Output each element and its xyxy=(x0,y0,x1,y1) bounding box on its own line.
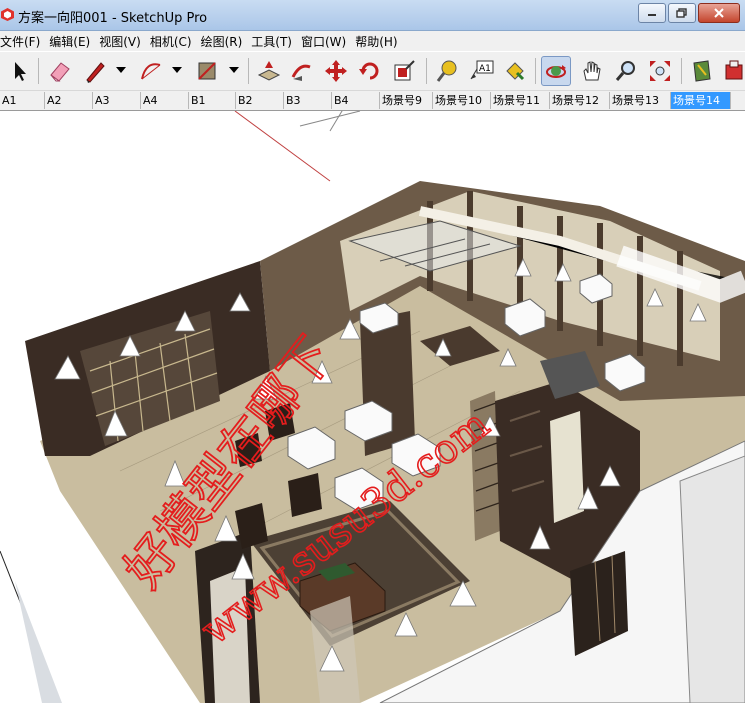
main-toolbar: A1 xyxy=(0,52,745,91)
menu-bar: 文件(F) 编辑(E) 视图(V) 相机(C) 绘图(R) 工具(T) 窗口(W… xyxy=(0,31,745,51)
section-guides xyxy=(299,111,361,132)
rotate-tool-button[interactable] xyxy=(355,56,385,86)
minimize-button[interactable] xyxy=(638,3,666,23)
pan-icon xyxy=(583,61,601,81)
menu-file[interactable]: 文件(F) xyxy=(0,33,46,50)
model-viewport[interactable]: 好模型在哪下 www.susu3d.com xyxy=(0,111,745,703)
line-tool-button[interactable] xyxy=(80,56,110,86)
push-pull-tool-button[interactable] xyxy=(254,56,284,86)
rectangle-dropdown-arrow[interactable] xyxy=(229,67,239,73)
zoom-icon xyxy=(615,61,635,81)
follow-me-tool-button[interactable] xyxy=(287,56,317,86)
scene-tab-b1[interactable]: B1 xyxy=(189,92,236,109)
menu-help[interactable]: 帮助(H) xyxy=(355,33,403,50)
select-icon xyxy=(15,62,26,81)
rectangle-icon xyxy=(198,62,216,80)
scene-tabs-bar: A1 A2 A3 A4 B1 B2 B3 B4 场景号9 场景号10 场景号11… xyxy=(0,91,745,111)
model-scene: 好模型在哪下 www.susu3d.com xyxy=(0,111,745,703)
extension-icon xyxy=(725,60,743,80)
orbit-tool-button[interactable] xyxy=(541,56,571,86)
follow-me-icon xyxy=(291,64,311,81)
offset-tool-button[interactable] xyxy=(389,56,419,86)
menu-window[interactable]: 窗口(W) xyxy=(301,33,352,50)
scene-tab-b4[interactable]: B4 xyxy=(332,92,380,109)
sketchup-app-icon xyxy=(1,8,14,21)
scene-tab-a3[interactable]: A3 xyxy=(93,92,141,109)
ground-plane-sliver xyxy=(15,581,62,703)
orbit-icon xyxy=(546,65,566,78)
arc-icon xyxy=(141,63,161,80)
move-tool-button[interactable] xyxy=(321,56,351,86)
restore-icon xyxy=(676,8,687,18)
menu-view[interactable]: 视图(V) xyxy=(99,33,147,50)
push-pull-icon xyxy=(257,61,281,81)
scene-tab-a4[interactable]: A4 xyxy=(141,92,189,109)
close-button[interactable] xyxy=(698,3,740,23)
extension-tool-button[interactable] xyxy=(719,56,745,86)
menu-tools[interactable]: 工具(T) xyxy=(251,33,298,50)
zoom-extents-tool-button[interactable] xyxy=(645,56,675,86)
line-dropdown-arrow[interactable] xyxy=(116,67,126,73)
move-icon xyxy=(325,60,347,82)
menu-draw[interactable]: 绘图(R) xyxy=(201,33,249,50)
eraser-tool-button[interactable] xyxy=(45,56,75,86)
menu-camera[interactable]: 相机(C) xyxy=(150,33,198,50)
red-axis-line xyxy=(234,111,331,182)
warehouse-tool-button[interactable] xyxy=(687,56,717,86)
eraser-icon xyxy=(50,62,70,82)
scene-tab-b2[interactable]: B2 xyxy=(236,92,284,109)
scene-tab-a1[interactable]: A1 xyxy=(0,92,45,109)
text-tool-label: A1 xyxy=(479,64,491,74)
tape-measure-icon xyxy=(436,60,457,82)
scene-tab-12[interactable]: 场景号12 xyxy=(550,92,610,109)
select-tool-button[interactable] xyxy=(4,56,34,86)
warehouse-icon xyxy=(693,60,711,82)
scene-tab-14-active[interactable]: 场景号14 xyxy=(671,92,731,109)
text-tool-button[interactable]: A1 xyxy=(466,56,496,86)
scene-tab-a2[interactable]: A2 xyxy=(45,92,93,109)
zoom-tool-button[interactable] xyxy=(611,56,641,86)
scene-tab-9[interactable]: 场景号9 xyxy=(380,92,433,109)
scene-tab-13[interactable]: 场景号13 xyxy=(610,92,671,109)
rotate-icon xyxy=(359,62,379,80)
close-icon xyxy=(714,8,724,18)
paint-bucket-tool-button[interactable] xyxy=(500,56,530,86)
arc-tool-button[interactable] xyxy=(135,56,165,86)
pan-tool-button[interactable] xyxy=(576,56,606,86)
scene-tab-11[interactable]: 场景号11 xyxy=(491,92,550,109)
rectangle-tool-button[interactable] xyxy=(192,56,222,86)
maximize-button[interactable] xyxy=(668,3,696,23)
menu-edit[interactable]: 编辑(E) xyxy=(49,33,96,50)
pencil-line-icon xyxy=(86,62,105,83)
wall-return xyxy=(679,455,745,703)
window-title: 方案一向阳001 - SketchUp Pro xyxy=(18,11,208,26)
offset-icon xyxy=(394,60,415,81)
title-bar: 方案一向阳001 - SketchUp Pro xyxy=(0,0,745,31)
text-icon: A1 xyxy=(470,60,494,80)
arc-dropdown-arrow[interactable] xyxy=(172,67,182,73)
paint-bucket-icon xyxy=(506,62,525,81)
scene-tab-b3[interactable]: B3 xyxy=(284,92,332,109)
zoom-extents-icon xyxy=(650,61,670,81)
tape-measure-tool-button[interactable] xyxy=(432,56,462,86)
scene-tab-10[interactable]: 场景号10 xyxy=(433,92,491,109)
minimize-icon xyxy=(648,14,656,16)
